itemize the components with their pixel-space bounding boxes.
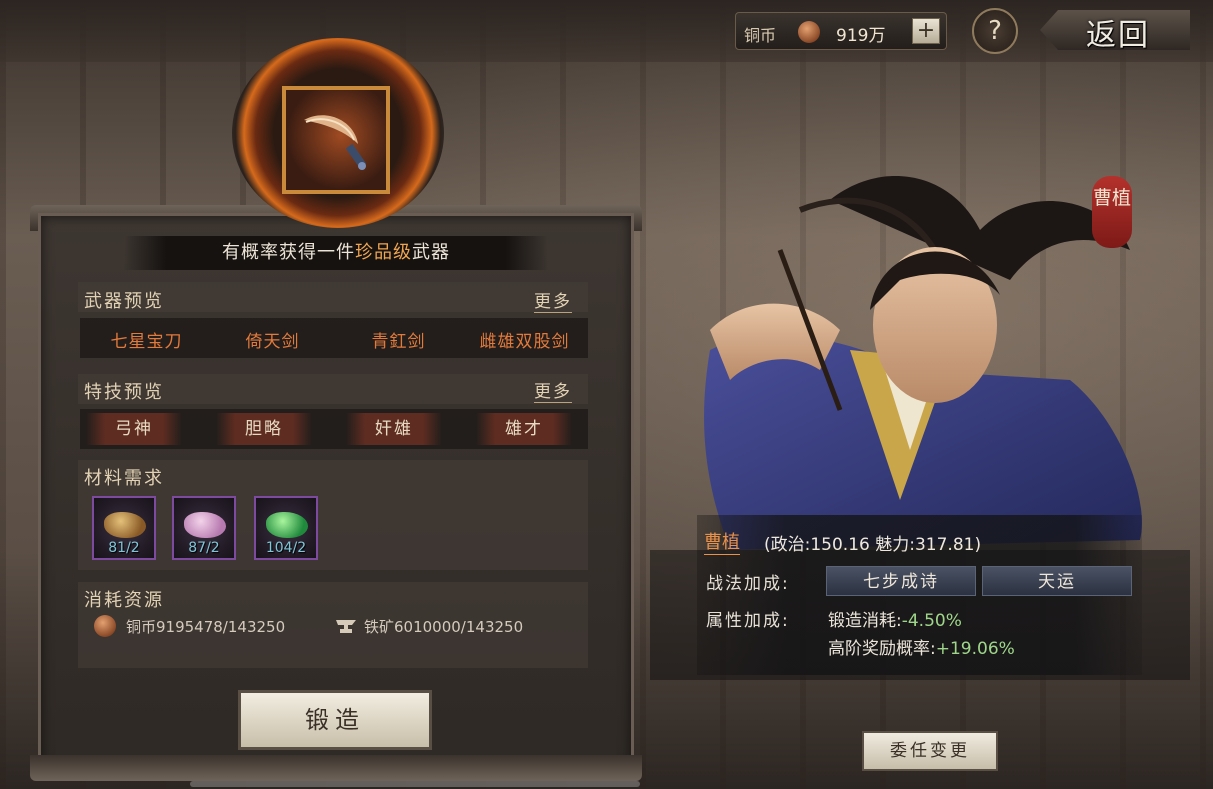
skill-item[interactable]: 胆略 <box>216 413 312 445</box>
material-count: 104/2 <box>265 540 307 556</box>
materials-title: 材料需求 <box>84 468 164 489</box>
material-slot[interactable]: 81/2 <box>92 496 156 560</box>
currency-label: 铜币 <box>744 26 777 45</box>
tactic-item[interactable]: 七步成诗 <box>826 566 976 596</box>
attribute-label: 属性加成: <box>706 611 790 631</box>
resources-title: 消耗资源 <box>84 590 164 611</box>
material-slot[interactable]: 87/2 <box>172 496 236 560</box>
back-button[interactable]: 返回 <box>1040 4 1190 54</box>
iron-cost: 铁矿6010000/143250 <box>364 618 524 636</box>
skill-item[interactable]: 奸雄 <box>346 413 442 445</box>
headline-highlight: 珍品级 <box>355 242 412 263</box>
skill-preview-title: 特技预览 <box>84 382 164 403</box>
gold-ore-icon <box>104 512 146 538</box>
general-stats: (政治:150.16 魅力:317.81) <box>764 535 982 555</box>
anvil-icon <box>336 620 356 633</box>
tactic-item[interactable]: 天运 <box>982 566 1132 596</box>
forge-headline: 有概率获得一件珍品级武器 <box>124 236 548 270</box>
material-slot[interactable]: 104/2 <box>254 496 318 560</box>
skill-preview-more-link[interactable]: 更多 <box>534 377 572 403</box>
weapon-item[interactable]: 雌雄双股剑 <box>462 327 587 352</box>
attribute-bonus-value: +19.06% <box>935 639 1015 659</box>
top-band <box>0 0 1213 62</box>
general-name-tag: 曹植 <box>1092 176 1132 248</box>
green-jade-icon <box>266 512 308 538</box>
skill-item[interactable]: 弓神 <box>86 413 182 445</box>
attribute-bonus: 高阶奖励概率:+19.06% <box>828 634 1015 659</box>
weapon-item[interactable]: 青釭剑 <box>336 327 461 352</box>
material-count: 87/2 <box>188 540 220 556</box>
weapon-preview-more-link[interactable]: 更多 <box>534 287 572 313</box>
panel-bottom-ornament <box>30 755 642 781</box>
forge-button[interactable]: 锻造 <box>238 690 432 750</box>
general-name-link[interactable]: 曹植 <box>704 528 740 555</box>
add-currency-button[interactable]: + <box>912 18 940 44</box>
attribute-bonus: 锻造消耗:-4.50% <box>828 606 962 631</box>
skill-item[interactable]: 雄才 <box>476 413 572 445</box>
attribute-bonus-name: 高阶奖励概率: <box>828 639 936 659</box>
scrollbar[interactable] <box>190 781 640 787</box>
attribute-bonus-value: -4.50% <box>901 611 962 631</box>
back-button-label: 返回 <box>1086 18 1150 53</box>
copper-coin-icon <box>798 21 820 43</box>
material-count: 81/2 <box>108 540 140 556</box>
copper-cost: 铜币9195478/143250 <box>126 618 286 636</box>
help-button[interactable]: ? <box>972 8 1018 54</box>
weapon-item[interactable]: 倚天剑 <box>210 327 335 352</box>
appoint-change-button[interactable]: 委任变更 <box>862 731 998 771</box>
headline-suffix: 武器 <box>412 242 450 263</box>
headline-prefix: 有概率获得一件 <box>222 242 355 263</box>
attribute-bonus-name: 锻造消耗: <box>828 611 902 631</box>
currency-value: 919万 <box>836 26 886 46</box>
tactic-label: 战法加成: <box>706 574 790 594</box>
copper-coin-icon <box>94 615 116 637</box>
currency-bar: 铜币 919万 + <box>735 12 947 50</box>
pink-crystal-icon <box>184 512 226 538</box>
blade-weapon-icon <box>304 115 367 170</box>
weapon-item[interactable]: 七星宝刀 <box>84 327 209 352</box>
weapon-preview-title: 武器预览 <box>84 291 164 312</box>
